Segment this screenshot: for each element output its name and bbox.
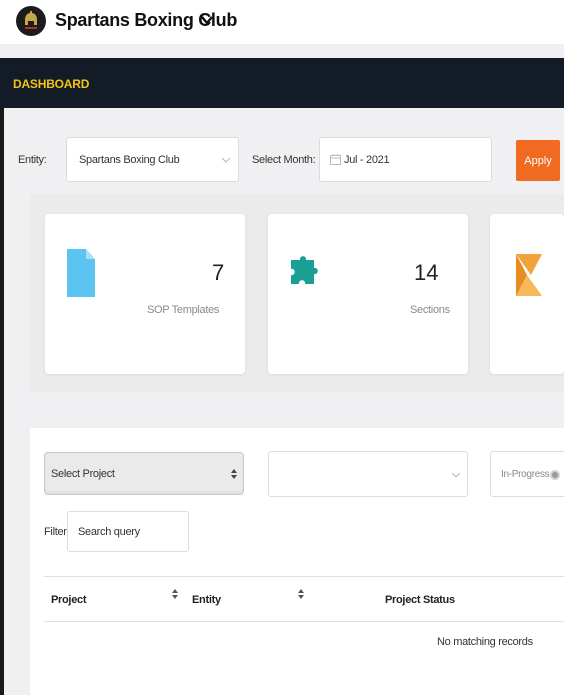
sort-icon[interactable]: [298, 588, 304, 600]
stat-card-third[interactable]: [490, 214, 564, 374]
month-picker-value: Jul - 2021: [344, 154, 390, 166]
page-title: DASHBOARD: [13, 77, 90, 91]
month-label: Select Month:: [252, 154, 316, 166]
chevron-down-icon[interactable]: [200, 13, 214, 27]
stat-value: 7: [212, 260, 225, 285]
month-picker[interactable]: Jul - 2021: [319, 137, 492, 182]
toggle-knob-icon: [550, 470, 560, 480]
table-header-rule: [44, 621, 564, 622]
document-icon: [67, 249, 95, 297]
select-project-dropdown[interactable]: Select Project: [44, 452, 244, 495]
sort-icon[interactable]: [172, 588, 178, 600]
chevron-down-icon: [221, 157, 231, 163]
search-input[interactable]: Search query: [67, 511, 189, 552]
stat-card-sections[interactable]: 14 Sections: [268, 214, 468, 374]
puzzle-piece-icon: [291, 256, 318, 284]
column-header-project[interactable]: Project: [51, 594, 87, 606]
stat-label: SOP Templates: [147, 304, 220, 316]
filter-label: Filter:: [44, 526, 70, 538]
top-bar: Spartans Boxing Club: [0, 0, 564, 44]
entity-label: Entity:: [18, 154, 47, 166]
dashboard-bar: DASHBOARD: [0, 58, 564, 108]
empty-table-message: No matching records: [437, 636, 533, 648]
apply-button[interactable]: Apply: [516, 140, 560, 181]
chevron-down-icon: [451, 472, 461, 478]
updown-arrow-icon: [231, 469, 237, 479]
spartan-helmet-icon: [25, 11, 37, 29]
projects-panel: Select Project In-Progress Filter: Searc…: [30, 428, 564, 695]
entity-filter-select[interactable]: [268, 451, 468, 497]
entity-select[interactable]: Spartans Boxing Club: [66, 137, 239, 182]
calendar-icon: [330, 154, 341, 165]
status-toggle[interactable]: In-Progress: [490, 451, 564, 497]
club-logo[interactable]: [16, 6, 46, 36]
search-input-placeholder: Search query: [78, 526, 140, 538]
stats-panel: 7 SOP Templates 14 Sections: [30, 194, 564, 392]
entity-select-value: Spartans Boxing Club: [79, 154, 180, 166]
stat-label: Sections: [410, 304, 450, 316]
stat-value: 14: [414, 260, 439, 285]
column-header-entity[interactable]: Entity: [192, 594, 221, 606]
column-header-project-status[interactable]: Project Status: [385, 594, 455, 606]
bowtie-icon: [516, 254, 542, 296]
table-top-rule: [44, 576, 564, 577]
select-project-label: Select Project: [51, 468, 115, 480]
stat-card-sop-templates[interactable]: 7 SOP Templates: [45, 214, 245, 374]
left-border: [0, 108, 4, 695]
status-toggle-label: In-Progress: [501, 469, 550, 480]
